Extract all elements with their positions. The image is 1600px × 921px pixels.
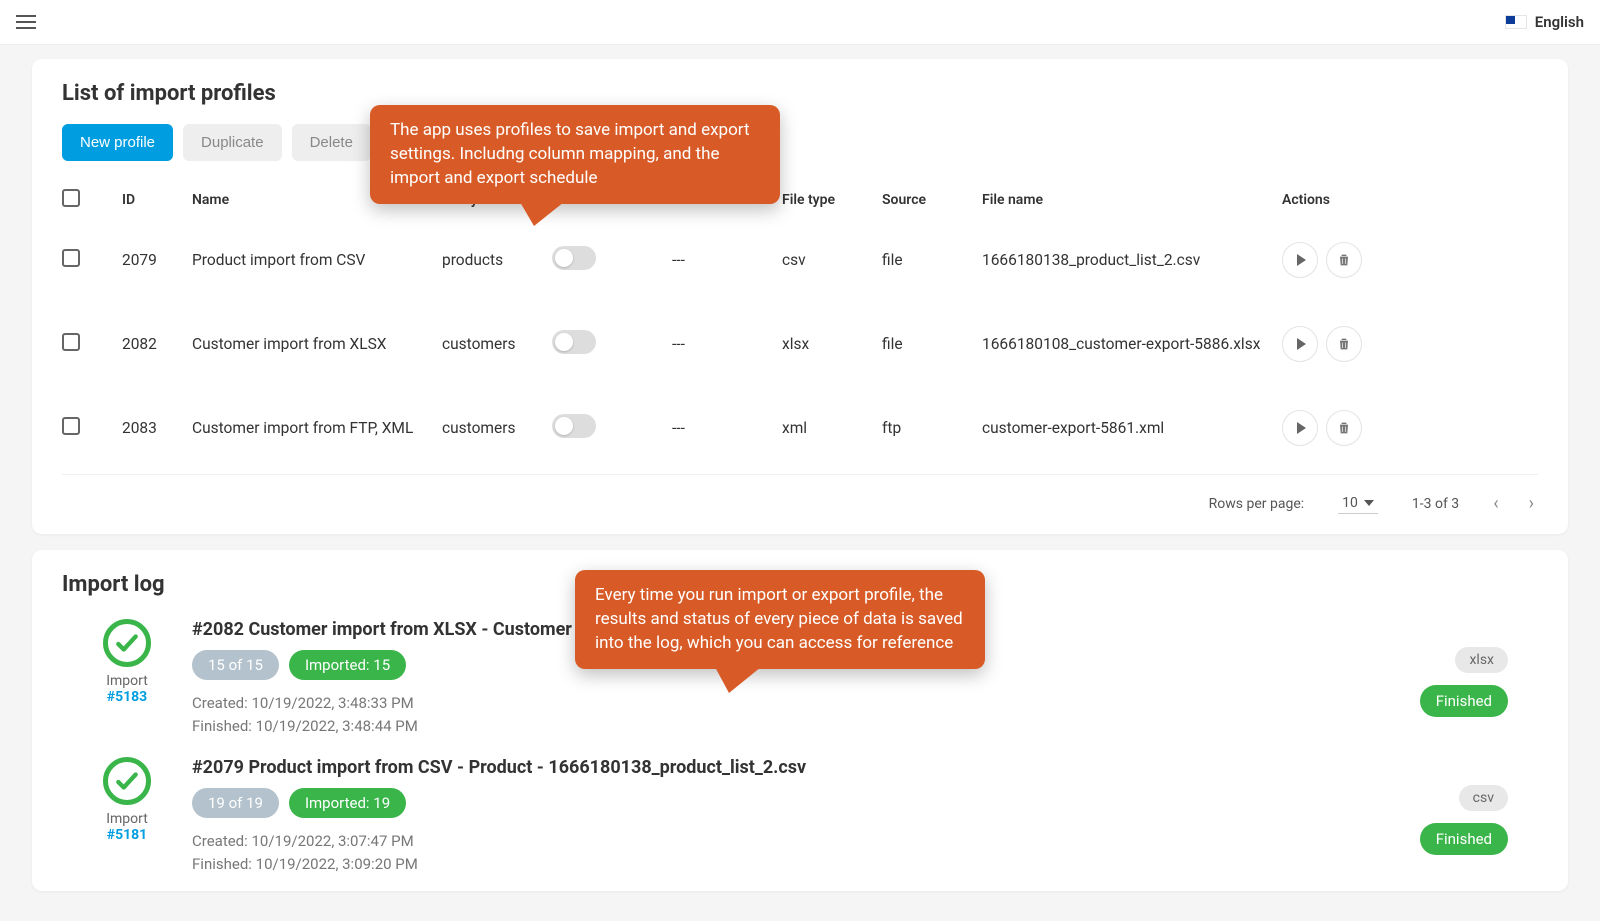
rows-per-page-select[interactable]: 10 bbox=[1338, 493, 1378, 514]
cell-id: 2083 bbox=[122, 419, 192, 437]
cell-file-name: 1666180138_product_list_2.csv bbox=[982, 251, 1282, 269]
table-row: 2079 Product import from CSV products --… bbox=[62, 218, 1538, 302]
play-icon bbox=[1297, 338, 1306, 350]
row-checkbox[interactable] bbox=[62, 333, 80, 351]
cell-file-type: xml bbox=[782, 419, 882, 437]
schedule-toggle[interactable] bbox=[552, 246, 596, 270]
callout-profiles: The app uses profiles to save import and… bbox=[370, 105, 780, 204]
cell-name: Customer import from XLSX bbox=[192, 335, 442, 353]
col-actions: Actions bbox=[1282, 192, 1392, 208]
top-bar: English bbox=[0, 0, 1600, 45]
imported-pill: Imported: 19 bbox=[289, 788, 406, 818]
cell-source: ftp bbox=[882, 419, 982, 437]
col-source: Source bbox=[882, 192, 982, 208]
cell-schedule: --- bbox=[672, 335, 782, 353]
log-status-label: Import bbox=[92, 811, 162, 827]
col-file-name: File name bbox=[982, 192, 1282, 208]
cell-file-name: customer-export-5861.xml bbox=[982, 419, 1282, 437]
success-icon bbox=[103, 757, 151, 805]
select-all-checkbox[interactable] bbox=[62, 189, 80, 207]
log-status-id[interactable]: #5183 bbox=[92, 689, 162, 705]
language-label: English bbox=[1535, 13, 1584, 31]
cell-schedule: --- bbox=[672, 419, 782, 437]
log-created: Created: 10/19/2022, 3:07:47 PM bbox=[192, 830, 1388, 853]
log-item: Import #5181 #2079 Product import from C… bbox=[62, 753, 1538, 891]
play-icon bbox=[1297, 422, 1306, 434]
run-button[interactable] bbox=[1282, 326, 1318, 362]
cell-file-name: 1666180108_customer-export-5886.xlsx bbox=[982, 335, 1282, 353]
cell-name: Customer import from FTP, XML bbox=[192, 419, 442, 437]
state-badge: Finished bbox=[1420, 823, 1508, 855]
cell-schedule: --- bbox=[672, 251, 782, 269]
cell-id: 2079 bbox=[122, 251, 192, 269]
row-checkbox[interactable] bbox=[62, 417, 80, 435]
table-row: 2083 Customer import from FTP, XML custo… bbox=[62, 386, 1538, 470]
log-status-id[interactable]: #5181 bbox=[92, 827, 162, 843]
trash-icon bbox=[1336, 336, 1352, 352]
profiles-panel: List of import profiles New profile Dupl… bbox=[32, 59, 1568, 534]
cell-entity: customers bbox=[442, 419, 552, 437]
trash-icon bbox=[1336, 252, 1352, 268]
profiles-title: List of import profiles bbox=[62, 81, 1538, 106]
run-button[interactable] bbox=[1282, 242, 1318, 278]
cell-source: file bbox=[882, 335, 982, 353]
cell-file-type: csv bbox=[782, 251, 882, 269]
delete-row-button[interactable] bbox=[1326, 326, 1362, 362]
log-finished: Finished: 10/19/2022, 3:09:20 PM bbox=[192, 853, 1388, 876]
page-prev-button[interactable]: ‹ bbox=[1493, 493, 1498, 514]
log-created: Created: 10/19/2022, 3:48:33 PM bbox=[192, 692, 1388, 715]
file-type-badge: csv bbox=[1459, 785, 1508, 811]
language-selector[interactable]: English bbox=[1505, 13, 1584, 31]
rows-per-page-label: Rows per page: bbox=[1209, 496, 1304, 512]
file-type-badge: xlsx bbox=[1455, 647, 1508, 673]
play-icon bbox=[1297, 254, 1306, 266]
delete-button[interactable]: Delete bbox=[292, 124, 371, 161]
state-badge: Finished bbox=[1420, 685, 1508, 717]
schedule-toggle[interactable] bbox=[552, 414, 596, 438]
page-range: 1-3 of 3 bbox=[1412, 496, 1459, 512]
delete-row-button[interactable] bbox=[1326, 410, 1362, 446]
cell-id: 2082 bbox=[122, 335, 192, 353]
flag-us-icon bbox=[1505, 15, 1527, 29]
page-next-button[interactable]: › bbox=[1529, 493, 1534, 514]
col-file-type: File type bbox=[782, 192, 882, 208]
log-status-label: Import bbox=[92, 673, 162, 689]
col-id: ID bbox=[122, 192, 192, 208]
menu-icon[interactable] bbox=[16, 15, 36, 29]
delete-row-button[interactable] bbox=[1326, 242, 1362, 278]
table-footer: Rows per page: 10 1-3 of 3 ‹ › bbox=[62, 474, 1538, 524]
schedule-toggle[interactable] bbox=[552, 330, 596, 354]
cell-file-type: xlsx bbox=[782, 335, 882, 353]
cell-entity: products bbox=[442, 251, 552, 269]
rows-per-page-value: 10 bbox=[1342, 495, 1358, 511]
new-profile-button[interactable]: New profile bbox=[62, 124, 173, 161]
log-title: #2079 Product import from CSV - Product … bbox=[192, 757, 1388, 778]
log-finished: Finished: 10/19/2022, 3:48:44 PM bbox=[192, 715, 1388, 738]
run-button[interactable] bbox=[1282, 410, 1318, 446]
table-row: 2082 Customer import from XLSX customers… bbox=[62, 302, 1538, 386]
imported-pill: Imported: 15 bbox=[289, 650, 406, 680]
cell-source: file bbox=[882, 251, 982, 269]
trash-icon bbox=[1336, 420, 1352, 436]
chevron-down-icon bbox=[1364, 500, 1374, 506]
profiles-table-header: ID Name Entity On schedule Schedule File… bbox=[62, 183, 1538, 218]
callout-log: Every time you run import or export prof… bbox=[575, 570, 985, 669]
success-icon bbox=[103, 619, 151, 667]
cell-entity: customers bbox=[442, 335, 552, 353]
count-pill: 19 of 19 bbox=[192, 788, 279, 818]
count-pill: 15 of 15 bbox=[192, 650, 279, 680]
duplicate-button[interactable]: Duplicate bbox=[183, 124, 282, 161]
row-checkbox[interactable] bbox=[62, 249, 80, 267]
cell-name: Product import from CSV bbox=[192, 251, 442, 269]
